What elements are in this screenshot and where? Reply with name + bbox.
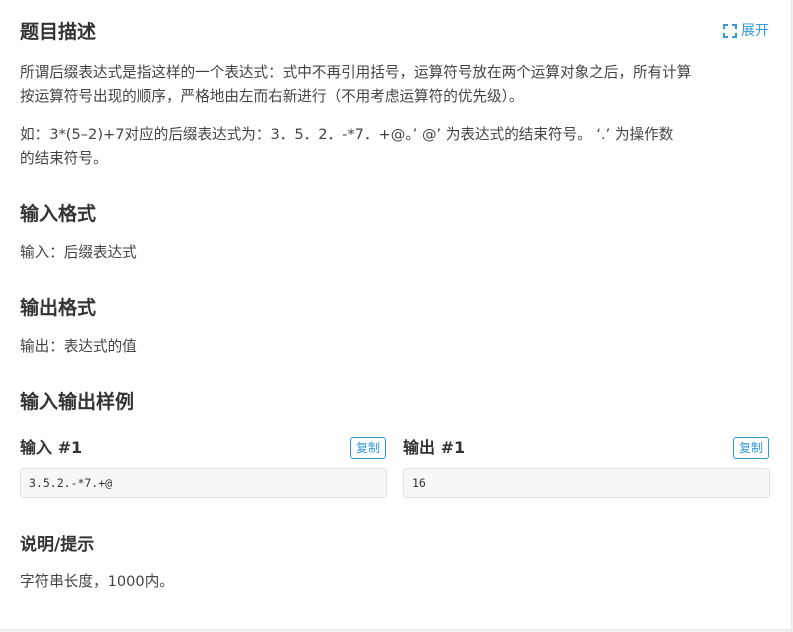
- sample-output-label: 输出 #1: [403, 438, 466, 457]
- description-line-1: 所谓后缀表达式是指这样的一个表达式：式中不再引用括号，运算符号放在两个运算对象之…: [20, 64, 692, 81]
- input-format-title: 输入格式: [20, 203, 97, 225]
- sample-input-label: 输入 #1: [20, 438, 83, 457]
- samples-title: 输入输出样例: [20, 391, 135, 413]
- description-title: 题目描述: [20, 21, 97, 43]
- sample-output-box[interactable]: 16: [403, 468, 770, 498]
- input-format-text: 输入：后缀表达式: [20, 244, 137, 261]
- expand-label: 展开: [741, 23, 769, 39]
- problem-card: 题目描述 展开 所谓后缀表达式是指这样的一个表达式：式中不再引用括号，运算符号放…: [0, 0, 792, 630]
- expand-button[interactable]: 展开: [723, 20, 769, 42]
- output-format-text: 输出：表达式的值: [20, 338, 137, 355]
- example-line-2: 的结束符号。: [20, 150, 108, 167]
- hint-title: 说明/提示: [20, 535, 95, 555]
- description-line-2: 按运算符号出现的顺序，严格地由左而右新进行（不用考虑运算符的优先级）。: [20, 88, 524, 105]
- example-line-1: 如：3*(5–2)+7对应的后缀表达式为：3．5．2．-*7．+@。’ @’ 为…: [20, 126, 674, 143]
- hint-text: 字符串长度，1000内。: [20, 573, 174, 590]
- copy-input-button[interactable]: 复制: [350, 437, 387, 459]
- sample-input-box[interactable]: 3.5.2.-*7.+@: [20, 468, 387, 498]
- output-format-title: 输出格式: [20, 297, 97, 319]
- copy-output-button[interactable]: 复制: [733, 437, 770, 459]
- expand-icon: [723, 24, 737, 38]
